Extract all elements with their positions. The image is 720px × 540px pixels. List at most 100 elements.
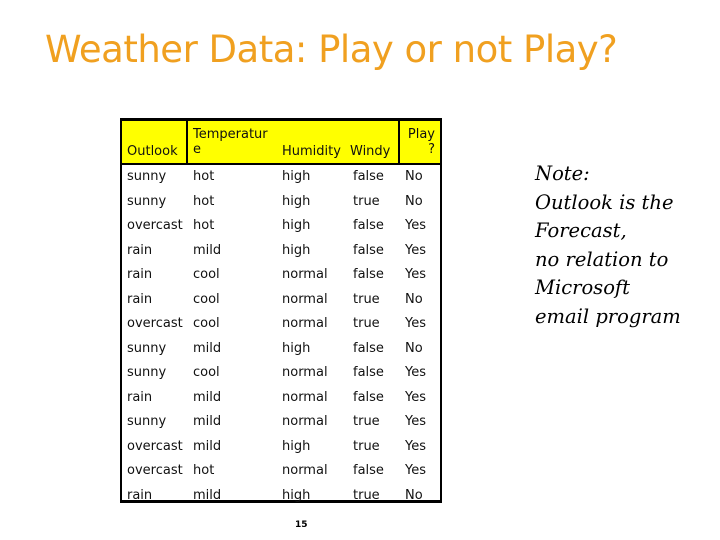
cell-windy: true — [353, 487, 380, 503]
table-row: sunny mild normal true Yes — [122, 410, 440, 435]
table-row: rain cool normal true No — [122, 288, 440, 313]
cell-play: No — [405, 487, 423, 503]
cell-outlook: rain — [127, 267, 153, 282]
cell-temperature: cool — [193, 316, 220, 331]
cell-humidity: high — [282, 169, 311, 184]
cell-humidity: normal — [282, 316, 328, 331]
slide-title: Weather Data: Play or not Play? — [45, 28, 618, 71]
outlook-note: Note: Outlook is the Forecast, no relati… — [535, 160, 681, 331]
cell-temperature: hot — [193, 169, 215, 184]
cell-outlook: rain — [127, 389, 153, 405]
cell-play: Yes — [405, 316, 426, 331]
table-row: rain mild normal false Yes — [122, 386, 440, 411]
cell-play: Yes — [405, 267, 426, 282]
note-line: Outlook is the — [535, 190, 674, 214]
cell-play: No — [405, 193, 423, 209]
table-row: overcast hot high false Yes — [122, 214, 440, 239]
cell-outlook: rain — [127, 242, 153, 258]
cell-humidity: normal — [282, 267, 328, 282]
weather-data-table: Outlook Temperatur e Humidity Windy Play… — [120, 118, 442, 503]
table-row: overcast cool normal true Yes — [122, 312, 440, 337]
cell-outlook: rain — [127, 487, 153, 503]
cell-windy: false — [353, 389, 384, 405]
cell-outlook: sunny — [127, 340, 167, 356]
cell-humidity: normal — [282, 291, 328, 307]
header-divider — [186, 121, 188, 163]
cell-outlook: overcast — [127, 316, 183, 331]
cell-humidity: normal — [282, 365, 328, 380]
cell-windy: false — [353, 340, 384, 356]
cell-humidity: normal — [282, 389, 328, 405]
cell-play: Yes — [405, 242, 426, 258]
note-line: Note: — [535, 162, 590, 185]
cell-outlook: sunny — [127, 365, 167, 380]
cell-play: Yes — [405, 389, 426, 405]
cell-outlook: sunny — [127, 193, 167, 209]
table-row: rain mild high false Yes — [122, 239, 440, 264]
cell-temperature: cool — [193, 365, 220, 380]
header-outlook: Outlook — [127, 144, 178, 159]
cell-temperature: mild — [193, 487, 222, 503]
cell-humidity: high — [282, 193, 311, 209]
note-line: email program — [535, 304, 681, 328]
cell-windy: false — [353, 365, 384, 380]
cell-humidity: high — [282, 218, 311, 233]
cell-play: Yes — [405, 414, 426, 429]
cell-play: No — [405, 291, 423, 307]
cell-temperature: mild — [193, 414, 222, 429]
cell-temperature: mild — [193, 340, 222, 356]
table-row: overcast mild high true Yes — [122, 435, 440, 460]
cell-play: Yes — [405, 463, 426, 478]
header-temperature: Temperatur e — [193, 127, 268, 157]
cell-temperature: cool — [193, 267, 220, 282]
cell-outlook: overcast — [127, 218, 183, 233]
cell-windy: true — [353, 414, 380, 429]
note-line: Microsoft — [535, 276, 630, 299]
cell-outlook: overcast — [127, 463, 183, 478]
cell-windy: true — [353, 438, 380, 454]
cell-outlook: overcast — [127, 438, 183, 454]
page-number: 15 — [295, 520, 308, 530]
cell-windy: false — [353, 463, 384, 478]
table-row: rain mild high true No — [122, 484, 440, 509]
cell-play: Yes — [405, 438, 426, 454]
cell-temperature: mild — [193, 389, 222, 405]
cell-windy: true — [353, 193, 380, 209]
table-row: rain cool normal false Yes — [122, 263, 440, 288]
cell-temperature: hot — [193, 193, 215, 209]
table-row: sunny mild high false No — [122, 337, 440, 362]
cell-temperature: cool — [193, 291, 220, 307]
cell-windy: false — [353, 267, 384, 282]
cell-humidity: normal — [282, 463, 328, 478]
cell-humidity: high — [282, 438, 311, 454]
cell-temperature: mild — [193, 438, 222, 454]
cell-windy: false — [353, 242, 384, 258]
cell-play: No — [405, 169, 423, 184]
header-divider — [398, 121, 400, 163]
cell-humidity: high — [282, 487, 311, 503]
cell-humidity: high — [282, 340, 311, 356]
cell-play: No — [405, 340, 423, 356]
header-windy: Windy — [350, 144, 391, 159]
cell-humidity: normal — [282, 414, 328, 429]
table-row: sunny cool normal false Yes — [122, 361, 440, 386]
cell-play: Yes — [405, 365, 426, 380]
cell-temperature: mild — [193, 242, 222, 258]
cell-outlook: sunny — [127, 414, 167, 429]
cell-humidity: high — [282, 242, 311, 258]
cell-temperature: hot — [193, 463, 215, 478]
table-header-row: Outlook Temperatur e Humidity Windy Play… — [122, 121, 440, 165]
table-row: sunny hot high false No — [122, 165, 440, 190]
note-line: no relation to — [535, 247, 669, 271]
note-line: Forecast, — [535, 219, 627, 242]
cell-windy: true — [353, 291, 380, 307]
table-row: sunny hot high true No — [122, 190, 440, 215]
table-row: overcast hot normal false Yes — [122, 459, 440, 484]
header-play: Play ? — [407, 127, 435, 157]
cell-windy: true — [353, 316, 380, 331]
header-humidity: Humidity — [282, 144, 341, 159]
cell-outlook: sunny — [127, 169, 167, 184]
cell-windy: false — [353, 169, 384, 184]
cell-play: Yes — [405, 218, 426, 233]
cell-outlook: rain — [127, 291, 153, 307]
